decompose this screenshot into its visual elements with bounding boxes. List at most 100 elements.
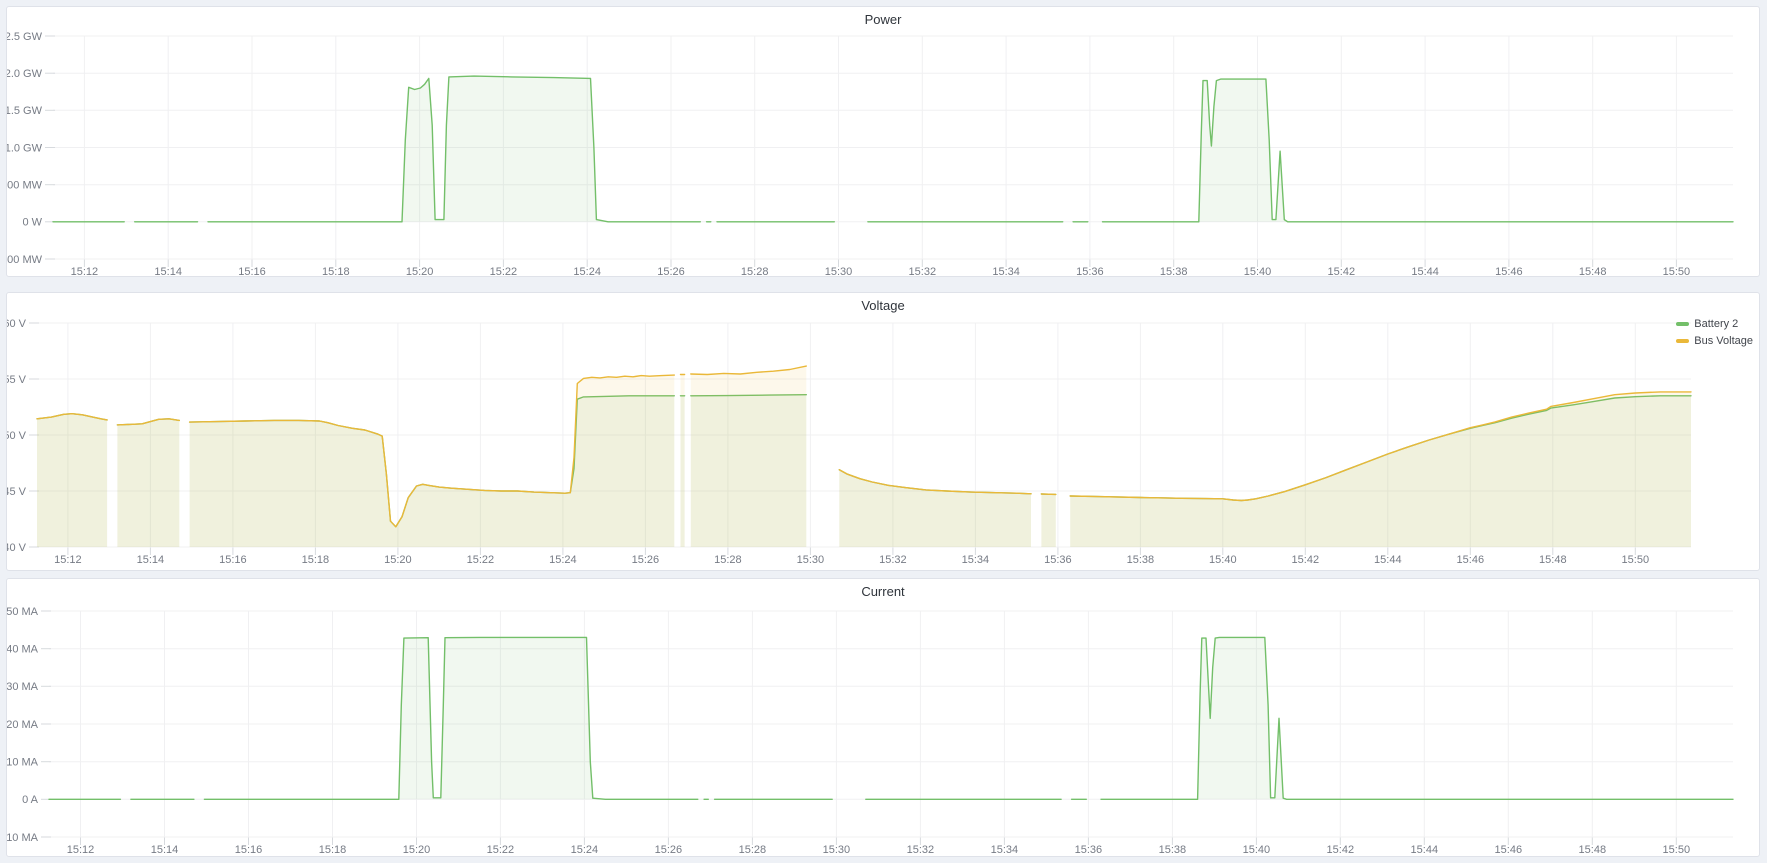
panel-current: Current 15:1215:1415:1615:1815:2015:2215…	[6, 578, 1760, 857]
svg-text:15:38: 15:38	[1127, 554, 1155, 566]
svg-text:15:50: 15:50	[1663, 844, 1691, 856]
svg-text:15:32: 15:32	[879, 554, 907, 566]
svg-text:15:14: 15:14	[151, 844, 179, 856]
svg-text:15:42: 15:42	[1327, 844, 1355, 856]
svg-text:15:32: 15:32	[907, 844, 935, 856]
svg-text:15:30: 15:30	[825, 266, 853, 276]
svg-text:15:38: 15:38	[1160, 266, 1188, 276]
svg-text:15:46: 15:46	[1457, 554, 1485, 566]
svg-text:15:24: 15:24	[571, 844, 599, 856]
svg-text:15:24: 15:24	[549, 554, 577, 566]
svg-text:15:12: 15:12	[54, 554, 82, 566]
svg-text:15:48: 15:48	[1579, 844, 1607, 856]
svg-text:15:40: 15:40	[1243, 844, 1271, 856]
svg-text:15:44: 15:44	[1411, 266, 1439, 276]
svg-text:2.0 GW: 2.0 GW	[7, 68, 43, 80]
svg-text:-500 MW: -500 MW	[7, 254, 43, 266]
svg-text:15:18: 15:18	[302, 554, 330, 566]
svg-text:15:40: 15:40	[1244, 266, 1272, 276]
svg-text:50 MA: 50 MA	[7, 606, 39, 618]
svg-text:15:20: 15:20	[384, 554, 412, 566]
svg-text:15:18: 15:18	[322, 266, 350, 276]
power-axis-labels: 15:12 15:14 15:16 15:18 15:20 15:22 15:24 15:26…	[7, 31, 1690, 276]
svg-text:15:28: 15:28	[714, 554, 742, 566]
panel-title-current[interactable]: Current	[7, 579, 1759, 605]
svg-text:15:44: 15:44	[1411, 844, 1439, 856]
svg-text:20 MA: 20 MA	[7, 719, 39, 731]
svg-text:55 V: 55 V	[7, 374, 27, 386]
svg-text:15:16: 15:16	[235, 844, 263, 856]
panel-voltage: Voltage 15:1215:1415:1615:1815:2015:2215…	[6, 292, 1760, 571]
svg-text:1.0 GW: 1.0 GW	[7, 142, 43, 154]
svg-text:15:34: 15:34	[962, 554, 990, 566]
voltage-legend: Battery 2 Bus Voltage	[1676, 315, 1753, 349]
svg-text:15:26: 15:26	[657, 266, 685, 276]
voltage-plot-area[interactable]: 15:12 15:14 15:16 15:18 15:20 15:22 15:24 15:26…	[7, 293, 1759, 570]
svg-text:15:38: 15:38	[1159, 844, 1187, 856]
svg-text:15:20: 15:20	[406, 266, 434, 276]
svg-text:15:36: 15:36	[1075, 844, 1103, 856]
legend-label-battery-2: Battery 2	[1694, 318, 1738, 330]
svg-text:15:26: 15:26	[655, 844, 683, 856]
grafana-dashboard: Power 15:12 15:14 15:16 15:18 15:20 15:22 15:2…	[0, 0, 1767, 863]
svg-text:15:46: 15:46	[1495, 844, 1523, 856]
svg-text:15:40: 15:40	[1209, 554, 1237, 566]
svg-text:15:14: 15:14	[154, 266, 182, 276]
current-series-current	[49, 637, 1733, 799]
svg-text:15:28: 15:28	[741, 266, 769, 276]
svg-text:15:50: 15:50	[1663, 266, 1691, 276]
svg-text:500 MW: 500 MW	[7, 180, 43, 192]
svg-text:15:12: 15:12	[71, 266, 99, 276]
power-chart-svg: 15:12 15:14 15:16 15:18 15:20 15:22 15:24 15:26…	[7, 7, 1759, 276]
svg-text:30 MA: 30 MA	[7, 681, 39, 693]
svg-text:15:16: 15:16	[219, 554, 247, 566]
svg-text:45 V: 45 V	[7, 486, 27, 498]
svg-text:15:48: 15:48	[1539, 554, 1567, 566]
voltage-series-bus-voltage	[37, 366, 1691, 547]
current-chart-svg: 15:12 15:14 15:16 15:18 15:20 15:22 15:24 15:26…	[7, 579, 1759, 856]
svg-text:15:48: 15:48	[1579, 266, 1607, 276]
svg-text:15:30: 15:30	[797, 554, 825, 566]
current-axis-labels: 15:12 15:14 15:16 15:18 15:20 15:22 15:24 15:26…	[7, 606, 1690, 856]
panel-title-power[interactable]: Power	[7, 7, 1759, 33]
current-grid	[41, 611, 1733, 845]
svg-text:0 A: 0 A	[22, 794, 39, 806]
bus-voltage-series-swatch	[1676, 339, 1689, 343]
svg-text:40 MA: 40 MA	[7, 644, 39, 656]
svg-text:15:26: 15:26	[632, 554, 660, 566]
voltage-chart-svg: 15:12 15:14 15:16 15:18 15:20 15:22 15:24 15:26…	[7, 293, 1759, 570]
svg-text:15:36: 15:36	[1076, 266, 1104, 276]
svg-text:15:22: 15:22	[487, 844, 515, 856]
svg-text:15:34: 15:34	[991, 844, 1019, 856]
legend-label-bus-voltage: Bus Voltage	[1694, 335, 1753, 347]
svg-text:15:16: 15:16	[238, 266, 266, 276]
svg-text:50 V: 50 V	[7, 430, 27, 442]
legend-item-bus-voltage[interactable]: Bus Voltage	[1676, 332, 1753, 349]
svg-text:1.5 GW: 1.5 GW	[7, 105, 43, 117]
svg-text:15:14: 15:14	[137, 554, 165, 566]
power-plot-area[interactable]: 15:12 15:14 15:16 15:18 15:20 15:22 15:24 15:26…	[7, 7, 1759, 276]
svg-text:15:30: 15:30	[823, 844, 851, 856]
current-plot-area[interactable]: 15:12 15:14 15:16 15:18 15:20 15:22 15:24 15:26…	[7, 579, 1759, 856]
battery-2-series-swatch	[1676, 322, 1689, 326]
svg-text:15:34: 15:34	[992, 266, 1020, 276]
svg-text:15:42: 15:42	[1328, 266, 1356, 276]
power-grid	[45, 36, 1733, 267]
svg-text:10 MA: 10 MA	[7, 757, 39, 769]
svg-text:15:28: 15:28	[739, 844, 767, 856]
svg-text:15:18: 15:18	[319, 844, 347, 856]
svg-text:15:20: 15:20	[403, 844, 431, 856]
svg-text:15:22: 15:22	[490, 266, 518, 276]
svg-text:15:36: 15:36	[1044, 554, 1072, 566]
svg-text:15:24: 15:24	[573, 266, 601, 276]
panel-title-voltage[interactable]: Voltage	[7, 293, 1759, 319]
svg-text:15:46: 15:46	[1495, 266, 1523, 276]
legend-item-battery-2[interactable]: Battery 2	[1676, 315, 1753, 332]
svg-text:15:12: 15:12	[67, 844, 95, 856]
svg-text:-10 MA: -10 MA	[7, 832, 39, 844]
svg-text:60 V: 60 V	[7, 318, 27, 330]
svg-text:15:22: 15:22	[467, 554, 495, 566]
svg-text:15:50: 15:50	[1622, 554, 1650, 566]
power-series-power	[53, 76, 1733, 222]
svg-text:40 V: 40 V	[7, 542, 27, 554]
